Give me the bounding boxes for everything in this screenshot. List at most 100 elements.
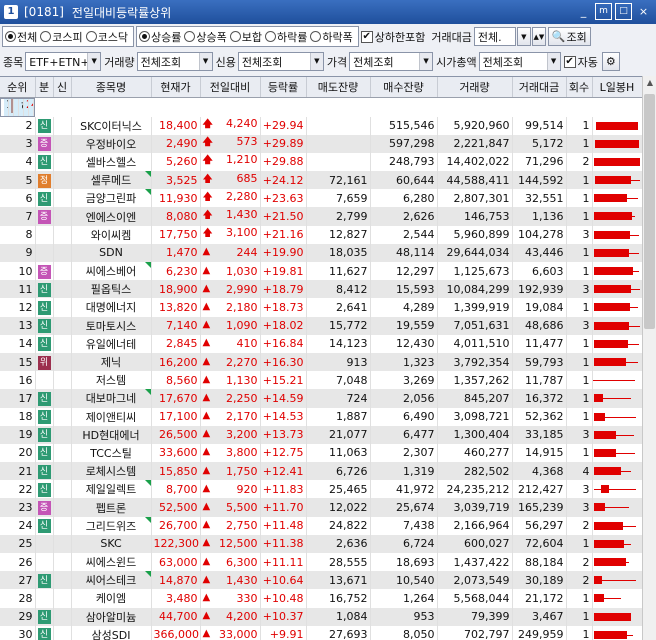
column-header[interactable]: 전일대비	[200, 77, 261, 98]
table-row[interactable]: 16 저스템 8,560 ▲ 1,130 +15.21 7,048 3,269 1,357,26…	[0, 371, 642, 390]
stock-name-cell[interactable]: 엔에스이엔	[71, 207, 152, 226]
pin-button[interactable]: m	[595, 3, 612, 20]
sort-radio-3[interactable]: 하락률	[265, 29, 307, 45]
trade-amount-select[interactable]: 전체.	[473, 27, 516, 46]
stock-name-cell[interactable]: HD현대에너	[71, 425, 152, 444]
table-row[interactable]: 26 씨에스윈드 63,000 ▲ 6,300 +11.11 28,555 18,693 1,4…	[0, 553, 642, 572]
table-row[interactable]: 30 신 삼성SDI 366,000 ▲ 33,000 +9.91 27,693 8,050 70…	[0, 625, 642, 640]
stock-name-cell[interactable]: 제닉	[71, 352, 152, 372]
sort-radio-4[interactable]: 하락폭	[310, 29, 353, 45]
vertical-scrollbar[interactable]: ▲	[642, 76, 656, 640]
column-header[interactable]: 거래대금	[512, 77, 567, 98]
stock-name-cell[interactable]: TCC스틸	[71, 443, 152, 463]
table-row[interactable]: 23 증 펩트론 52,500 ▲ 5,500 +11.70 12,022 25,674 3,03…	[0, 498, 642, 517]
sort-radio-2[interactable]: 보합	[229, 29, 262, 45]
table-row[interactable]: 9 SDN 1,470 ▲ 244 +19.90 18,035 48,114 29,644,03…	[0, 243, 642, 262]
market-radio-0[interactable]: 전체	[5, 29, 37, 45]
stock-name-cell[interactable]: 케이엠	[71, 589, 152, 608]
table-row[interactable]: 2 신 SKC이터닉스 18,400 🡅 4,240 +29.94 515,546 5,920,…	[0, 116, 642, 135]
stock-name-cell[interactable]: 셀루메드	[71, 171, 152, 190]
column-header[interactable]: 등락률	[260, 77, 307, 98]
table-row[interactable]: 7 증 엔에스이엔 8,080 🡅 1,430 +21.50 2,799 2,626 146,75…	[0, 207, 642, 226]
stock-name-cell[interactable]: SKC	[71, 534, 152, 553]
table-row[interactable]: 28 케이엠 3,480 ▲ 330 +10.48 16,752 1,264 5,568,044…	[0, 589, 642, 608]
stock-name-cell[interactable]: 우정바이오	[71, 134, 152, 153]
settings-button[interactable]: ⚙	[601, 52, 620, 71]
table-row[interactable]: 27 신 씨어스테크 14,870 ▲ 1,430 +10.64 13,671 10,540 2,…	[0, 571, 642, 590]
table-row[interactable]: 8 와이씨켐 17,750 🡅 3,100 +21.16 12,827 2,544 5,960,…	[0, 225, 642, 244]
table-row[interactable]: 24 신 그리드위즈 26,700 ▲ 2,750 +11.48 24,822 7,438 2,1…	[0, 516, 642, 535]
volume-select[interactable]: 전체조회 ▼	[136, 52, 213, 71]
table-row[interactable]: 15 위 제닉 16,200 ▲ 2,270 +16.30 913 1,323 3,792,354…	[0, 352, 642, 372]
stock-name-cell[interactable]: 펩트론	[71, 498, 152, 517]
stock-name-cell[interactable]: 제이앤티씨	[71, 407, 152, 426]
mcap-select[interactable]: 전체조회 ▼	[478, 52, 561, 71]
stock-name-cell[interactable]: 대보마그네	[71, 389, 152, 408]
market-radio-2[interactable]: 코스닥	[85, 29, 128, 45]
table-row[interactable]: 1주하이트론2,095🡅483+29.969,447,5521,391,3002…	[0, 97, 35, 117]
stock-name-cell[interactable]: 로체시스템	[71, 462, 152, 481]
table-row[interactable]: 18 신 제이앤티씨 17,100 ▲ 2,170 +14.53 1,887 6,490 3,09…	[0, 407, 642, 426]
stock-name-cell[interactable]: 저스템	[71, 371, 152, 390]
column-header[interactable]: 신	[53, 77, 72, 98]
table-row[interactable]: 4 신 셀바스헬스 5,260 🡅 1,210 +29.88 248,793 14,402,02…	[0, 152, 642, 172]
table-row[interactable]: 20 신 TCC스틸 33,600 ▲ 3,800 +12.75 11,063 2,307 460…	[0, 443, 642, 463]
credit-select[interactable]: 전체조회 ▼	[237, 52, 324, 71]
stock-name-cell[interactable]: SKC이터닉스	[71, 116, 152, 135]
stock-name-cell[interactable]: 와이씨켐	[71, 225, 152, 244]
column-header[interactable]: 거래량	[437, 77, 513, 98]
scroll-thumb[interactable]	[644, 94, 655, 329]
table-row[interactable]: 19 신 HD현대에너 26,500 ▲ 3,200 +13.73 21,077 6,477 1,…	[0, 425, 642, 444]
search-button[interactable]: 🔍 조회	[547, 27, 591, 46]
column-header[interactable]: L일봉H	[592, 77, 642, 98]
market-radio-1[interactable]: 코스피	[40, 29, 83, 45]
column-header[interactable]: 분	[35, 77, 54, 98]
sort-radio-1[interactable]: 상승폭	[184, 29, 227, 45]
table-row[interactable]: 12 신 대명에너지 13,820 ▲ 2,180 +18.73 2,641 4,289 1,39…	[0, 298, 642, 317]
credit-cell	[53, 589, 72, 608]
stock-name-cell[interactable]: SDN	[71, 243, 152, 262]
column-header[interactable]: 매도잔량	[306, 77, 371, 98]
stock-name-cell[interactable]: 씨에스윈드	[71, 553, 152, 572]
minimize-button[interactable]: _	[575, 3, 592, 20]
column-header[interactable]: 매수잔량	[370, 77, 438, 98]
table-row[interactable]: 11 신 필옵틱스 18,900 ▲ 2,990 +18.79 8,412 15,593 10,0…	[0, 280, 642, 299]
table-row[interactable]: 17 신 대보마그네 17,670 ▲ 2,250 +14.59 724 2,056 845,20…	[0, 389, 642, 408]
table-row[interactable]: 6 신 금양그린파 11,930 🡅 2,280 +23.63 7,659 6,280 2,807…	[0, 189, 642, 208]
table-row[interactable]: 3 증 우정바이오 2,490 🡅 573 +29.89 597,298 2,221,847 5,…	[0, 134, 642, 153]
stock-name-cell[interactable]: 토마토시스	[71, 316, 152, 335]
item-select[interactable]: ETF+ETN+스 ▼	[25, 52, 102, 71]
spin-button[interactable]: ▲▼	[531, 27, 546, 46]
table-row[interactable]: 22 신 제일일렉트 8,700 ▲ 920 +11.83 25,465 41,972 24,23…	[0, 480, 642, 499]
trade-amount-dropdown[interactable]: ▼	[516, 27, 531, 46]
stock-name-cell[interactable]: 대명에너지	[71, 298, 152, 317]
table-row[interactable]: 25 SKC 122,300 ▲ 12,500 +11.38 2,636 6,724 600,0…	[0, 534, 642, 553]
auto-checkbox[interactable]: ✔ 자동	[563, 54, 598, 70]
column-header[interactable]: 현재가	[151, 77, 201, 98]
scroll-up-icon[interactable]: ▲	[643, 76, 656, 90]
price-select[interactable]: 전체조회 ▼	[349, 52, 434, 71]
table-row[interactable]: 5 정 셀루메드 3,525 🡅 685 +24.12 72,161 60,644 44,588,…	[0, 171, 642, 190]
stock-name-cell[interactable]: 삼아알미늄	[71, 607, 152, 626]
table-row[interactable]: 14 신 유일에너테 2,845 ▲ 410 +16.84 14,123 12,430 4,011…	[0, 334, 642, 353]
table-row[interactable]: 13 신 토마토시스 7,140 ▲ 1,090 +18.02 15,772 19,559 7,0…	[0, 316, 642, 335]
sort-radio-0[interactable]: 상승률	[139, 29, 181, 45]
stock-name-cell[interactable]: 그리드위즈	[71, 516, 152, 535]
table-row[interactable]: 29 신 삼아알미늄 44,700 ▲ 4,200 +10.37 1,084 953 79,399…	[0, 607, 642, 626]
column-header[interactable]: 순위	[0, 77, 36, 98]
stock-name-cell[interactable]: 금양그린파	[71, 189, 152, 208]
stock-name-cell[interactable]: 제일일렉트	[71, 480, 152, 499]
stock-name-cell[interactable]: 삼성SDI	[71, 625, 152, 640]
include-limit-checkbox[interactable]: ✔ 상하한포함	[360, 29, 425, 45]
stock-name-cell[interactable]: 유일에너테	[71, 334, 152, 353]
table-row[interactable]: 10 증 씨에스베어 6,230 ▲ 1,030 +19.81 11,627 12,297 1,1…	[0, 262, 642, 281]
stock-name-cell[interactable]: 필옵틱스	[71, 280, 152, 299]
column-header[interactable]: 종목명	[71, 77, 152, 98]
column-header[interactable]: 회수	[566, 77, 593, 98]
table-row[interactable]: 21 신 로체시스템 15,850 ▲ 1,750 +12.41 6,726 1,319 282,…	[0, 462, 642, 481]
restore-button[interactable]: □	[615, 3, 632, 20]
close-button[interactable]: ×	[635, 3, 652, 20]
stock-name-cell[interactable]: 셀바스헬스	[71, 152, 152, 172]
stock-name-cell[interactable]: 씨에스베어	[71, 262, 152, 281]
stock-name-cell[interactable]: 씨어스테크	[71, 571, 152, 590]
